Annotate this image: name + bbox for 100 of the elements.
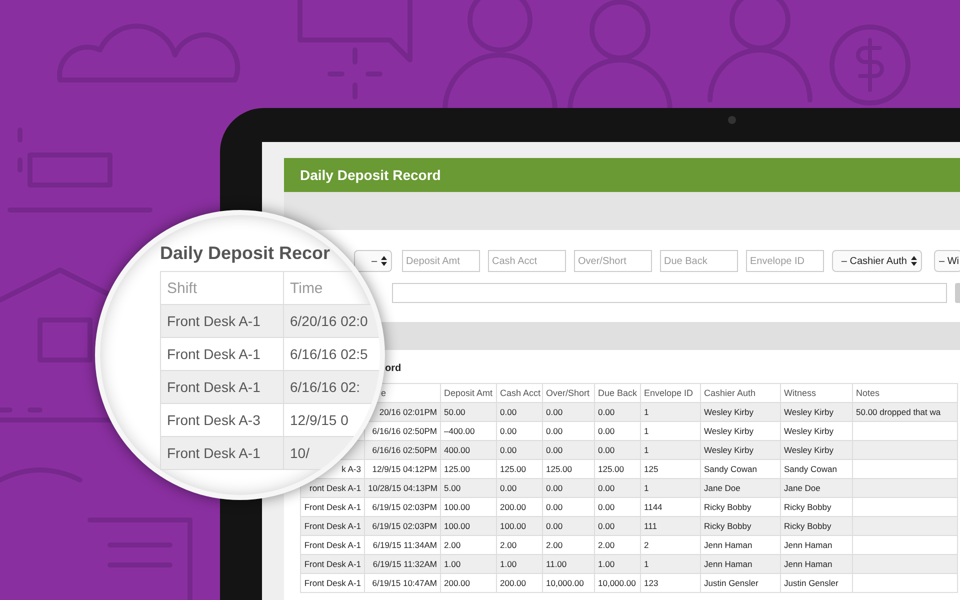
table-cell: 1	[644, 407, 649, 417]
table-cell: 0.00	[546, 483, 563, 493]
search-field[interactable]	[392, 283, 947, 303]
camera-dot	[728, 116, 736, 124]
table-cell: 2.00	[546, 540, 563, 550]
table-cell: Front Desk A-1	[304, 521, 361, 531]
select-arrows-icon	[381, 256, 387, 266]
page-title: Daily Deposit Record	[300, 167, 441, 183]
table-cell: 0.00	[546, 407, 563, 417]
table-cell: –400.00	[444, 426, 475, 436]
table-cell: Front Desk A-1	[304, 559, 361, 569]
table-cell: Front Desk A-1	[167, 379, 260, 395]
table-cell: 2.00	[500, 540, 517, 550]
table-cell: 0.00	[500, 483, 517, 493]
table-cell: 0.00	[598, 445, 615, 455]
table-cell: Sandy Cowan	[704, 464, 757, 474]
table-cell: Jenn Haman	[784, 540, 832, 550]
table-cell: ront Desk A-1	[310, 483, 361, 493]
table-cell: Wesley Kirby	[784, 445, 834, 455]
table-cell: 0.00	[598, 521, 615, 531]
column-header: Witness	[784, 388, 816, 398]
table-cell: 1144	[644, 502, 662, 512]
table-cell: 12/9/15 04:12PM	[372, 464, 437, 474]
table-cell: 200.00	[444, 578, 470, 588]
table-cell: Wesley Kirby	[704, 407, 754, 417]
filter-select[interactable]: – Cashier Auth	[832, 250, 922, 272]
section-heading: ord	[385, 363, 402, 375]
filter-input[interactable]: Cash Acct	[488, 250, 566, 272]
table-cell: Wesley Kirby	[784, 407, 834, 417]
table-cell: 100.00	[444, 502, 470, 512]
table-cell: Wesley Kirby	[704, 426, 754, 436]
table-cell: Front Desk A-3	[167, 412, 260, 428]
table-cell: 10,000.00	[546, 578, 584, 588]
column-header: Cash Acct	[500, 388, 541, 398]
table-cell: 6/19/15 10:47AM	[372, 578, 437, 588]
table-cell: Front Desk A-1	[167, 346, 260, 362]
filter-select[interactable]: – Wi	[934, 250, 960, 272]
table-cell: 0.00	[546, 502, 563, 512]
select-arrows-icon	[911, 256, 917, 266]
table-cell: Front Desk A-1	[304, 502, 361, 512]
table-cell: 0.00	[546, 426, 563, 436]
table-cell: 125	[644, 464, 658, 474]
table-cell: 11.00	[546, 559, 567, 569]
filter-input[interactable]: Over/Short	[574, 250, 652, 272]
filter-input[interactable]: Deposit Amt	[402, 250, 480, 272]
table-cell: 125.00	[598, 464, 624, 474]
table-cell: 2.00	[444, 540, 461, 550]
table-cell: 6/20/16 02:0	[290, 313, 368, 329]
column-header: Notes	[856, 388, 880, 398]
table-cell: Wesley Kirby	[784, 426, 834, 436]
table-cell: 0.00	[500, 426, 517, 436]
filter-input[interactable]: Due Back	[660, 250, 738, 272]
table-cell: 100.00	[500, 521, 526, 531]
table-cell: Sandy Cowan	[784, 464, 837, 474]
table-cell: Ricky Bobby	[784, 502, 832, 512]
filter-select[interactable]: –	[354, 250, 392, 272]
table-cell: 1	[644, 483, 649, 493]
table-cell: Front Desk A-1	[304, 540, 361, 550]
table-cell: 6/16/16 02:50PM	[372, 445, 437, 455]
column-header: Due Back	[598, 388, 638, 398]
table-cell: 50.00 dropped that wa	[856, 407, 941, 417]
table-cell: 0.00	[598, 407, 615, 417]
table-cell: 6/16/16 02:50PM	[372, 426, 437, 436]
table-cell: 2	[644, 540, 649, 550]
table-cell: 125.00	[444, 464, 470, 474]
table-cell: 200.00	[500, 578, 526, 588]
table-cell: 0.00	[598, 483, 615, 493]
table-cell: 0.00	[500, 407, 517, 417]
table-cell: 6/16/16 02:5	[290, 346, 368, 362]
table-cell: 0.00	[546, 521, 563, 531]
table-cell: 0.00	[546, 445, 563, 455]
filter-input[interactable]: Envelope ID	[746, 250, 824, 272]
column-header: e	[381, 388, 386, 398]
table-cell: 125.00	[546, 464, 572, 474]
table-cell: 6/19/15 02:03PM	[372, 521, 437, 531]
table-cell: 1	[644, 559, 649, 569]
table-cell: 50.00	[444, 407, 466, 417]
table-cell: 123	[644, 578, 658, 588]
table-cell: 400.00	[444, 445, 470, 455]
table-cell: 5.00	[444, 483, 461, 493]
table-cell: 2.00	[598, 540, 615, 550]
column-header: Cashier Auth	[704, 388, 756, 398]
table-cell: 125.00	[500, 464, 526, 474]
table-cell: Wesley Kirby	[704, 445, 754, 455]
table-cell: 1	[644, 445, 649, 455]
table-cell: 1.00	[444, 559, 461, 569]
table-cell: 6/19/15 11:34AM	[372, 540, 437, 550]
table-cell: 0.00	[598, 502, 615, 512]
table-cell: 6/19/15 11:32AM	[372, 559, 437, 569]
table-cell: 1	[644, 426, 649, 436]
table-cell: Ricky Bobby	[784, 521, 832, 531]
table-cell: Ricky Bobby	[704, 521, 752, 531]
table-cell: 0.00	[598, 426, 615, 436]
table-cell: 1.00	[598, 559, 615, 569]
table-cell: 200.00	[500, 502, 526, 512]
table-cell: Front Desk A-1	[167, 313, 260, 329]
table-cell: 12/9/15 0	[290, 412, 348, 428]
table-cell: Jenn Haman	[784, 559, 832, 569]
table-cell: 10/	[290, 445, 310, 461]
column-header: Time	[290, 280, 323, 296]
